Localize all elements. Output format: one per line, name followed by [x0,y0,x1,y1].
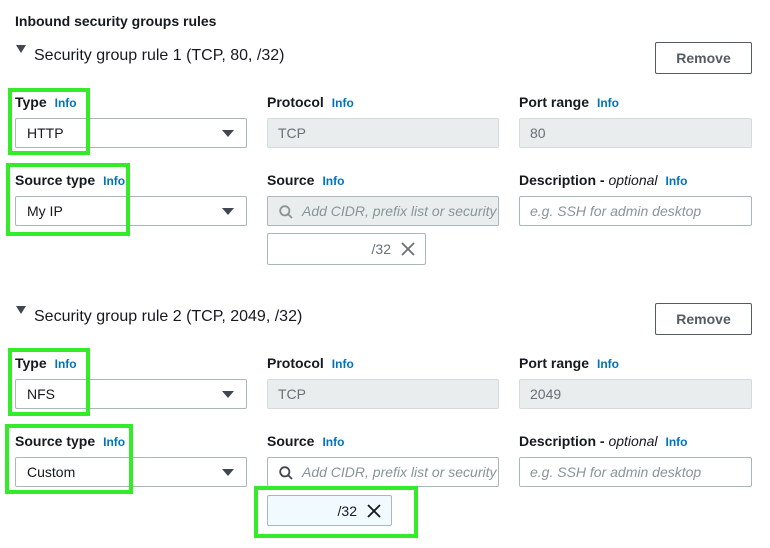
remove-rule-2-button[interactable]: Remove [655,303,752,335]
source-type-label: Source type Info [15,172,126,188]
caret-down-icon [222,130,234,137]
type-select[interactable]: HTTP [15,118,247,148]
description-label: Description - optional Info [519,172,688,188]
source-label: Source Info [267,433,345,449]
port-range-label: Port range Info [519,355,620,371]
protocol-label: Protocol Info [267,355,354,371]
type-label: Type Info [15,94,77,110]
port-range-field: 2049 [519,379,752,409]
protocol-info-link[interactable]: Info [332,357,354,371]
type-label: Type Info [15,355,77,371]
type-select[interactable]: NFS [15,379,247,409]
description-input[interactable]: e.g. SSH for admin desktop [519,196,752,226]
port-range-info-link[interactable]: Info [597,357,619,371]
protocol-field: TCP [267,118,499,148]
section-title: Inbound security groups rules [15,13,217,29]
cidr-token[interactable]: /32 [267,233,426,265]
source-type-select[interactable]: My IP [15,196,247,226]
source-info-link[interactable]: Info [322,174,344,188]
search-icon [279,205,293,222]
type-info-link[interactable]: Info [55,357,77,371]
source-search-input[interactable]: Add CIDR, prefix list or security [267,457,499,487]
caret-down-icon [222,391,234,398]
collapse-caret-icon[interactable] [16,306,26,314]
description-info-link[interactable]: Info [666,435,688,449]
protocol-field: TCP [267,379,499,409]
caret-down-icon [222,469,234,476]
protocol-label: Protocol Info [267,94,354,110]
description-input[interactable]: e.g. SSH for admin desktop [519,457,752,487]
caret-down-icon [222,208,234,215]
source-type-select[interactable]: Custom [15,457,247,487]
port-range-info-link[interactable]: Info [597,96,619,110]
source-info-link[interactable]: Info [322,435,344,449]
description-label: Description - optional Info [519,433,688,449]
port-range-label: Port range Info [519,94,620,110]
description-info-link[interactable]: Info [666,174,688,188]
source-type-info-link[interactable]: Info [103,435,125,449]
source-type-info-link[interactable]: Info [103,174,125,188]
close-icon[interactable] [401,242,415,259]
rule-1-header[interactable]: Security group rule 1 (TCP, 80, /32) [34,47,285,65]
source-type-label: Source type Info [15,433,126,449]
cidr-token[interactable]: /32 [267,495,392,526]
collapse-caret-icon[interactable] [16,45,26,53]
port-range-field: 80 [519,118,752,148]
protocol-info-link[interactable]: Info [332,96,354,110]
source-label: Source Info [267,172,345,188]
search-icon [279,466,293,483]
remove-rule-1-button[interactable]: Remove [655,42,752,74]
rule-2-header[interactable]: Security group rule 2 (TCP, 2049, /32) [34,308,302,326]
type-info-link[interactable]: Info [55,96,77,110]
source-search-input[interactable]: Add CIDR, prefix list or security [267,196,499,226]
close-icon[interactable] [367,504,381,521]
